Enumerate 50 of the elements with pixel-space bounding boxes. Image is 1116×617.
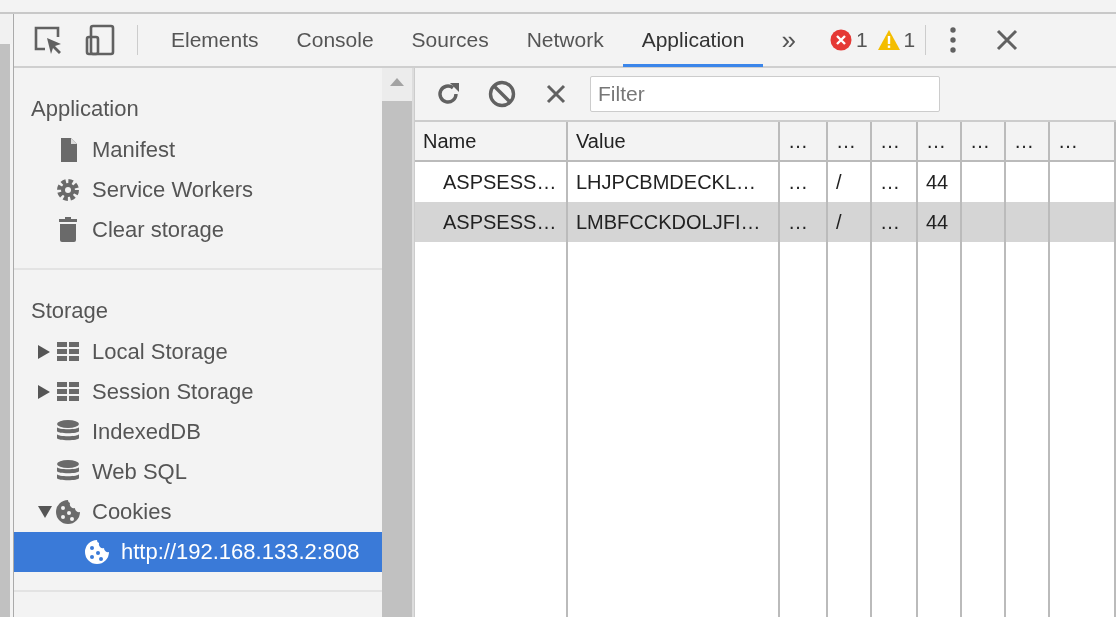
- device-icon[interactable]: [85, 24, 115, 56]
- table-cell: 44: [918, 202, 962, 242]
- table-cell: …: [872, 202, 918, 242]
- column-header[interactable]: Value: [568, 122, 780, 162]
- more-tabs-button[interactable]: »: [777, 24, 800, 56]
- column-header[interactable]: …: [872, 122, 918, 162]
- section-heading: Application: [30, 95, 140, 123]
- clear-icon[interactable]: [546, 84, 566, 104]
- sidebar-item[interactable]: Session Storage: [14, 372, 382, 412]
- sidebar-item[interactable]: IndexedDB: [14, 412, 382, 452]
- column-header[interactable]: …: [1050, 122, 1116, 162]
- expand-arrow-icon[interactable]: [38, 345, 50, 359]
- filter-field[interactable]: Filter: [590, 76, 940, 112]
- column-header[interactable]: Name: [415, 122, 568, 162]
- tab[interactable]: Elements: [152, 15, 278, 67]
- gear-icon: [55, 177, 81, 203]
- column-header[interactable]: …: [918, 122, 962, 162]
- cookie-icon: [84, 539, 110, 565]
- sidebar-item[interactable]: Manifest: [14, 130, 382, 170]
- sidebar-item[interactable]: Local Storage: [14, 332, 382, 372]
- expand-arrow-icon[interactable]: [38, 385, 50, 399]
- scrollbar[interactable]: [0, 14, 13, 617]
- sidebar-item[interactable]: Service Workers: [14, 170, 382, 210]
- tab[interactable]: Sources: [392, 15, 508, 67]
- table-cell: /: [828, 202, 872, 242]
- table-cell: LMBFCCKDOLJFI…: [568, 202, 780, 242]
- tab[interactable]: Console: [277, 15, 393, 67]
- sidebar-scrollbar[interactable]: [382, 68, 414, 617]
- column-header[interactable]: …: [828, 122, 872, 162]
- collapse-arrow-icon[interactable]: [38, 506, 52, 518]
- table-cell: ASPSESS…: [415, 202, 568, 242]
- close-icon[interactable]: [996, 29, 1019, 51]
- menu-icon[interactable]: [950, 27, 957, 53]
- refresh-icon[interactable]: [435, 81, 461, 107]
- column-header[interactable]: …: [1006, 122, 1050, 162]
- warning-count: 1: [903, 28, 916, 52]
- sidebar-item[interactable]: http://192.168.133.2:808: [14, 532, 382, 572]
- cookie-icon: [55, 499, 81, 525]
- error-icon[interactable]: [829, 29, 852, 51]
- table-cell: …: [780, 202, 828, 242]
- column-header[interactable]: …: [780, 122, 828, 162]
- error-count: 1: [855, 28, 868, 52]
- inspect-icon[interactable]: [33, 25, 63, 55]
- sidebar-item[interactable]: Web SQL: [14, 452, 382, 492]
- block-icon[interactable]: [488, 80, 516, 108]
- sidebar-item[interactable]: Clear storage: [14, 210, 382, 250]
- column-header[interactable]: …: [962, 122, 1006, 162]
- section-heading: Storage: [30, 297, 110, 325]
- sidebar-item[interactable]: Cookies: [14, 492, 382, 532]
- tab[interactable]: Network: [507, 15, 623, 67]
